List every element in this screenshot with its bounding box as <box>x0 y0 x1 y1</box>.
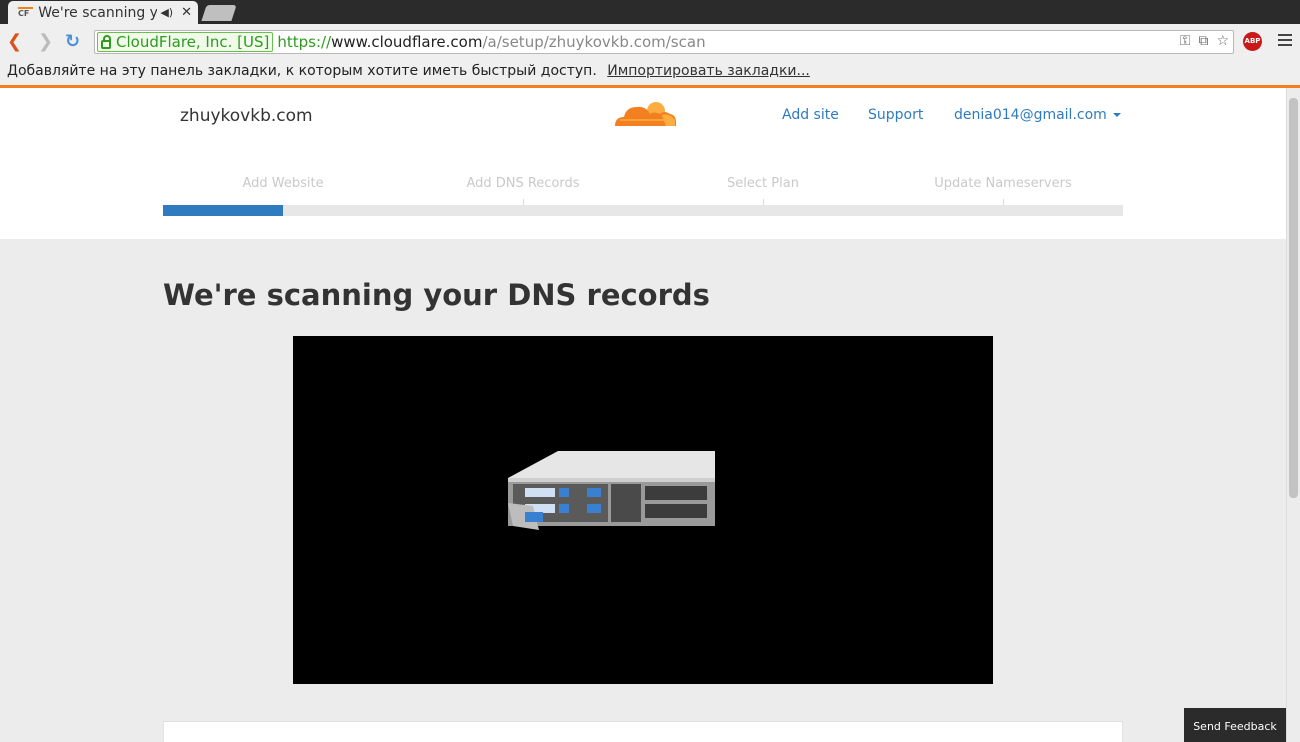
user-email: denia014@gmail.com <box>954 107 1107 123</box>
close-tab-icon[interactable]: ✕ <box>181 5 192 20</box>
caret-down-icon <box>1112 113 1121 117</box>
step-add-dns-records: Add DNS Records <box>466 176 580 191</box>
records-panel <box>163 721 1123 742</box>
progress-fill <box>163 205 283 216</box>
adblock-icon[interactable]: ABP <box>1243 32 1262 51</box>
cloudflare-favicon-icon: CF <box>18 6 34 19</box>
import-bookmarks-link[interactable]: Импортировать закладки... <box>607 63 810 79</box>
setup-progress-bar <box>163 199 1123 216</box>
user-menu[interactable]: denia014@gmail.com <box>954 107 1121 123</box>
url-scheme: https:// <box>277 33 332 51</box>
forward-icon[interactable]: ❯ <box>38 32 53 52</box>
send-feedback-button[interactable]: Send Feedback <box>1184 708 1286 742</box>
scrollbar-thumb[interactable] <box>1289 98 1298 498</box>
bookmarks-bar-message: Добавляйте на эту панель закладки, к кот… <box>7 63 597 79</box>
new-tab-button[interactable] <box>201 5 237 21</box>
add-site-link[interactable]: Add site <box>782 107 839 123</box>
ev-certificate-label: CloudFlare, Inc. [US] <box>116 33 270 51</box>
bookmark-star-icon[interactable]: ☆ <box>1216 33 1229 49</box>
bookmarks-bar: Добавляйте на эту панель закладки, к кот… <box>0 60 1300 85</box>
reload-icon[interactable]: ↻ <box>65 32 80 52</box>
tab-strip: CF We're scanning your DNS records ◀) ✕ <box>0 0 1300 24</box>
server-rack-image <box>508 451 715 530</box>
back-icon[interactable]: ❮ <box>7 32 22 52</box>
page: zhuykovkb.com Add site Support denia014@… <box>0 88 1286 742</box>
site-header: zhuykovkb.com Add site Support denia014@… <box>0 88 1286 239</box>
translate-icon[interactable]: ⧉ <box>1198 33 1208 49</box>
cloudflare-logo-icon[interactable] <box>612 96 678 130</box>
omnibox-icons: ⚿ ⧉ ☆ <box>1180 33 1229 49</box>
ev-certificate-badge[interactable]: CloudFlare, Inc. [US] <box>97 32 274 52</box>
scanning-animation <box>293 336 993 684</box>
tab-title: We're scanning your DNS records <box>38 4 158 21</box>
speaker-icon[interactable]: ◀) <box>160 6 173 19</box>
step-select-plan: Select Plan <box>727 176 799 191</box>
progress-tick <box>763 199 764 205</box>
url-path: /a/setup/zhuykovkb.com/scan <box>482 33 706 51</box>
progress-tick <box>523 199 524 205</box>
lock-icon <box>101 34 111 49</box>
hamburger-menu-icon[interactable] <box>1278 34 1292 48</box>
key-icon[interactable]: ⚿ <box>1180 33 1191 49</box>
site-domain: zhuykovkb.com <box>180 106 313 126</box>
progress-tick <box>1003 199 1004 205</box>
step-add-website: Add Website <box>242 176 324 191</box>
support-link[interactable]: Support <box>868 107 923 123</box>
url-text[interactable]: https://www.cloudflare.com/a/setup/zhuyk… <box>277 33 705 51</box>
step-update-nameservers: Update Nameservers <box>934 176 1072 191</box>
browser-tab[interactable]: CF We're scanning your DNS records ◀) ✕ <box>8 1 198 24</box>
browser-toolbar: ❮ ❯ ↻ CloudFlare, Inc. [US] https://www.… <box>0 24 1300 60</box>
setup-steps: Add Website Add DNS Records Select Plan … <box>163 176 1123 194</box>
page-title: We're scanning your DNS records <box>163 278 710 312</box>
address-bar[interactable]: CloudFlare, Inc. [US] https://www.cloudf… <box>94 30 1234 54</box>
page-scrollbar[interactable] <box>1286 88 1300 742</box>
url-host: www.cloudflare.com <box>331 33 483 51</box>
